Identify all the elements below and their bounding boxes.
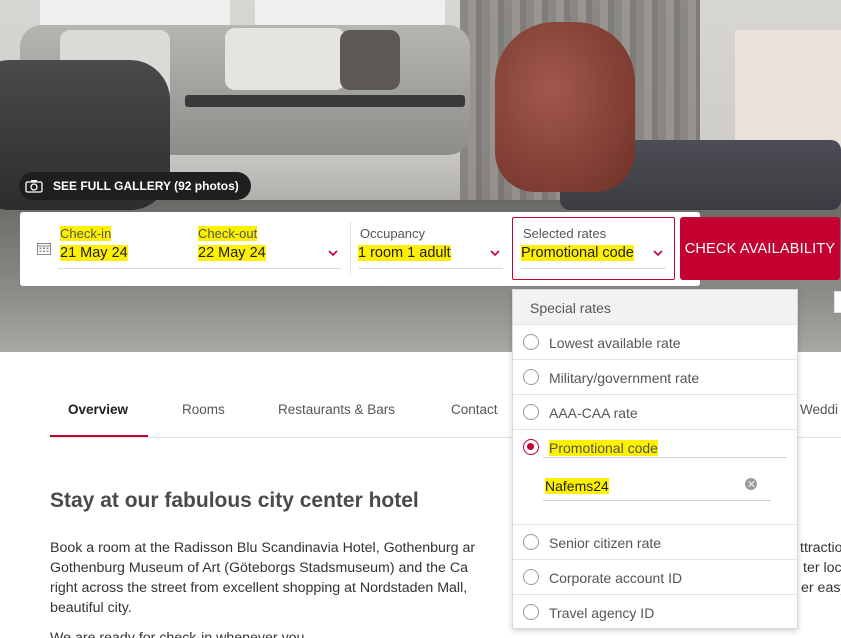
check-availability-button[interactable]: CHECK AVAILABILITY	[680, 217, 840, 280]
chevron-down-icon[interactable]	[490, 250, 500, 257]
coffee-table	[185, 95, 465, 107]
radio-button[interactable]	[523, 404, 539, 420]
chevron-down-icon[interactable]	[653, 250, 663, 257]
tab-contact[interactable]: Contact	[451, 402, 498, 417]
occupancy-underline	[358, 268, 503, 269]
rate-option-label: AAA-CAA rate	[549, 405, 638, 421]
rate-option-label: Senior citizen rate	[549, 535, 662, 551]
rate-option-label: Promotional code	[549, 440, 658, 456]
rate-option-corporate[interactable]: Corporate account ID	[513, 559, 797, 594]
radio-button-selected[interactable]	[523, 439, 539, 455]
page-headline: Stay at our fabulous city center hotel	[50, 489, 419, 512]
body-line-cutoff: We are ready for check-in whenever you	[50, 630, 305, 638]
body-line-tail: er easy	[801, 580, 841, 596]
special-rates-dropdown: Special rates Lowest available rate Mili…	[512, 289, 798, 629]
checkin-value: 21 May 24	[60, 245, 128, 261]
body-line-tail: ttractio	[800, 540, 841, 556]
rate-option-travel-agency[interactable]: Travel agency ID	[513, 594, 797, 629]
clear-icon[interactable]	[745, 478, 757, 490]
gallery-label: SEE FULL GALLERY (92 photos)	[53, 179, 239, 193]
rates-underline	[521, 268, 666, 269]
tab-overview[interactable]: Overview	[68, 402, 128, 417]
checkin-label: Check-in	[60, 226, 112, 241]
camera-icon	[25, 180, 43, 193]
checkout-value: 22 May 24	[198, 245, 266, 261]
rate-option-senior[interactable]: Senior citizen rate	[513, 524, 797, 559]
radio-button[interactable]	[523, 604, 539, 620]
rate-option-lowest[interactable]: Lowest available rate	[513, 324, 797, 359]
pillow	[225, 28, 345, 90]
dates-underline	[58, 268, 341, 269]
radio-button[interactable]	[523, 334, 539, 350]
radio-button[interactable]	[523, 569, 539, 585]
occupancy-value: 1 room 1 adult	[358, 245, 451, 261]
active-tab-indicator	[50, 435, 148, 437]
rate-option-label: Corporate account ID	[549, 570, 683, 586]
chevron-down-icon[interactable]	[328, 250, 338, 257]
checkout-label: Check-out	[198, 226, 258, 241]
dropdown-header-label: Special rates	[530, 300, 611, 316]
see-full-gallery-button[interactable]: SEE FULL GALLERY (92 photos)	[19, 172, 251, 200]
promo-code-input[interactable]: Nafems24	[543, 473, 771, 501]
rate-option-label: Lowest available rate	[549, 335, 681, 351]
radio-button[interactable]	[523, 534, 539, 550]
calendar-icon	[37, 243, 51, 255]
rate-option-label: Military/government rate	[549, 370, 700, 386]
rate-option-label: Travel agency ID	[549, 605, 655, 621]
red-armchair	[495, 22, 635, 192]
rate-option-aaa[interactable]: AAA-CAA rate	[513, 394, 797, 429]
radio-button[interactable]	[523, 369, 539, 385]
rate-option-military[interactable]: Military/government rate	[513, 359, 797, 394]
tab-restaurants-bars[interactable]: Restaurants & Bars	[278, 402, 395, 417]
divider	[350, 222, 351, 275]
pillow	[340, 30, 400, 90]
body-line-tail: ter loc	[803, 560, 841, 576]
rates-label: Selected rates	[523, 226, 607, 241]
promo-code-value: Nafems24	[545, 478, 609, 494]
promo-label-underline	[543, 457, 787, 458]
side-widget-edge[interactable]	[834, 291, 841, 313]
tab-weddings[interactable]: Weddi	[800, 402, 838, 417]
dropdown-header: Special rates	[513, 290, 797, 324]
tab-rooms[interactable]: Rooms	[182, 402, 225, 417]
rates-value: Promotional code	[521, 245, 634, 261]
occupancy-label: Occupancy	[360, 226, 426, 241]
